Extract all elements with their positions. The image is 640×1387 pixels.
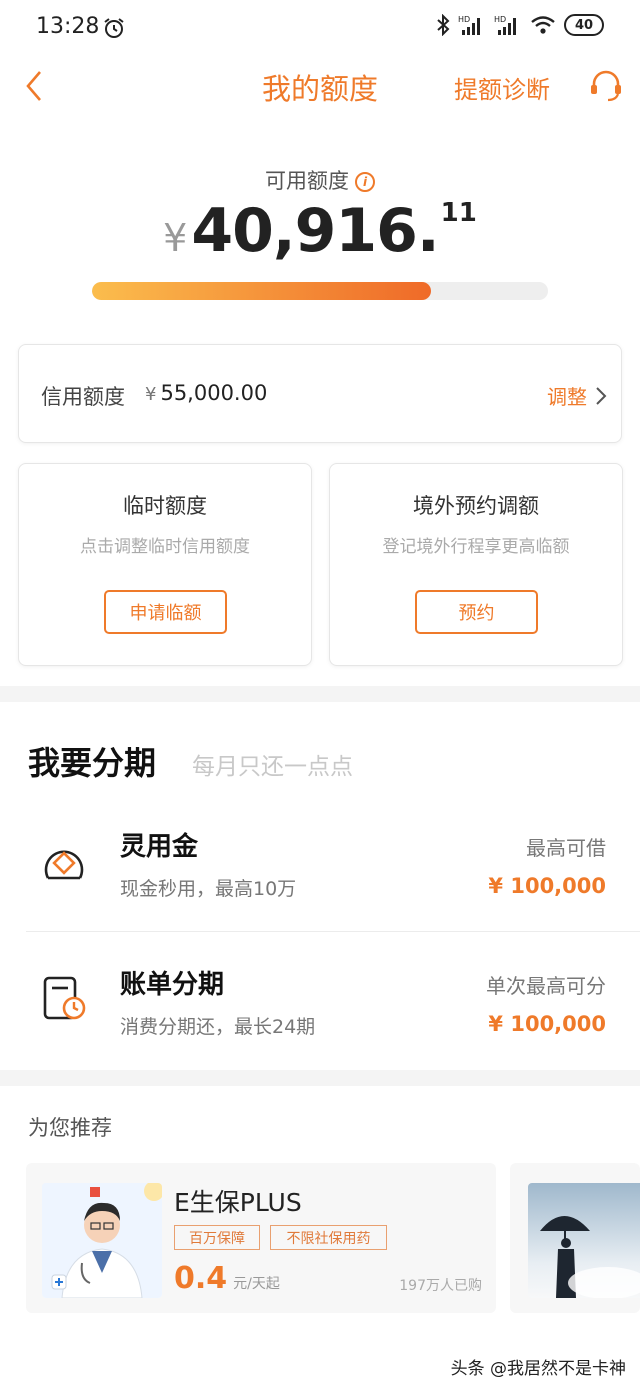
overseas-adjust-card: 境外预约调额 登记境外行程享更高临额 预约 — [329, 463, 623, 666]
usage-progress-bar — [92, 282, 548, 300]
product-price-value: 0.4 — [174, 1261, 228, 1296]
chevron-right-icon — [596, 386, 607, 405]
item-name: 灵用金 — [120, 832, 199, 862]
product-tag: 百万保障 — [174, 1225, 260, 1250]
recommend-card-next[interactable] — [510, 1163, 640, 1313]
temporary-limit-subtitle: 点击调整临时信用额度 — [80, 537, 250, 557]
umbrella-man-illustration — [540, 1216, 640, 1298]
limit-diagnosis-link[interactable]: 提额诊断 — [454, 70, 550, 105]
bluetooth-icon — [437, 14, 450, 36]
product-tag: 不限社保用药 — [270, 1225, 387, 1250]
available-amount: ¥ 40,916. 11 — [0, 196, 640, 266]
info-icon[interactable]: i — [355, 172, 375, 192]
product-image — [42, 1183, 162, 1298]
item-name: 账单分期 — [120, 970, 225, 1000]
recommend-card[interactable]: E生保PLUS 百万保障 不限社保用药 0.4 元/天起 197万人已购 — [26, 1163, 496, 1313]
available-amount-decimal: 11 — [440, 198, 477, 228]
available-amount-main: 40,916. — [191, 196, 439, 266]
adjust-button[interactable]: 调整 — [547, 381, 607, 410]
usage-progress-fill — [92, 282, 432, 300]
product-buyers: 197万人已购 — [399, 1278, 482, 1294]
item-limit-label: 单次最高可分 — [486, 974, 606, 998]
overseas-adjust-subtitle: 登记境外行程享更高临额 — [382, 537, 570, 557]
available-label: 可用额度 — [265, 169, 349, 193]
temporary-limit-title: 临时额度 — [123, 494, 207, 518]
item-limit-label: 最高可借 — [526, 836, 606, 860]
status-icons: HD HD 40 — [436, 14, 604, 36]
header: 我的额度 提额诊断 — [0, 56, 640, 118]
available-label-row: 可用额度 i — [0, 165, 640, 195]
product-price: 0.4 元/天起 — [174, 1261, 280, 1296]
watermark: 头条 @我居然不是卡神 — [450, 1359, 626, 1379]
item-description: 消费分期还，最长24期 — [120, 1016, 316, 1038]
credit-limit-value: ¥55,000.00 — [145, 381, 267, 405]
battery-icon: 40 — [564, 14, 604, 36]
temporary-limit-card: 临时额度 点击调整临时信用额度 申请临额 — [18, 463, 312, 666]
currency-symbol: ¥ — [145, 384, 157, 405]
product-image — [528, 1183, 640, 1298]
overseas-adjust-title: 境外预约调额 — [413, 494, 539, 518]
installments-subtitle: 每月只还一点点 — [192, 754, 353, 780]
item-limit-value: ¥ 100,000 — [488, 1012, 606, 1036]
adjust-label: 调整 — [547, 385, 587, 409]
hd-signal-icon: HD — [494, 15, 516, 35]
status-time: 13:28 — [36, 14, 100, 39]
credit-limit-card[interactable]: 信用额度 ¥55,000.00 调整 — [18, 344, 622, 443]
row-divider — [26, 931, 640, 932]
doctor-illustration — [42, 1183, 162, 1298]
recommend-title: 为您推荐 — [28, 1116, 112, 1140]
currency-symbol: ¥ — [163, 216, 188, 260]
hd-signal-icon: HD — [458, 15, 480, 35]
section-divider — [0, 1070, 640, 1086]
credit-limit-label: 信用额度 — [41, 385, 125, 409]
cash-loan-icon — [44, 850, 84, 880]
section-divider — [0, 686, 640, 702]
wifi-icon — [531, 16, 555, 34]
reserve-button[interactable]: 预约 — [415, 590, 538, 634]
item-limit-value: ¥ 100,000 — [488, 874, 606, 898]
bill-installment-icon — [43, 976, 86, 1020]
svg-text:HD: HD — [494, 15, 506, 24]
alarm-icon — [104, 18, 124, 38]
credit-limit-amount: 55,000.00 — [160, 381, 268, 405]
product-name: E生保PLUS — [174, 1188, 302, 1217]
list-item-cash-loan[interactable]: 灵用金 现金秒用，最高10万 最高可借 ¥ 100,000 — [0, 812, 640, 932]
installments-title: 我要分期 — [28, 744, 157, 782]
svg-text:HD: HD — [458, 15, 470, 24]
customer-service-icon[interactable] — [588, 68, 624, 104]
list-item-bill-installment[interactable]: 账单分期 消费分期还，最长24期 单次最高可分 ¥ 100,000 — [0, 950, 640, 1070]
apply-temp-limit-button[interactable]: 申请临额 — [104, 590, 227, 634]
product-price-unit: 元/天起 — [233, 1276, 280, 1292]
item-description: 现金秒用，最高10万 — [120, 878, 297, 900]
status-bar: 13:28 HD HD 40 — [0, 0, 640, 56]
